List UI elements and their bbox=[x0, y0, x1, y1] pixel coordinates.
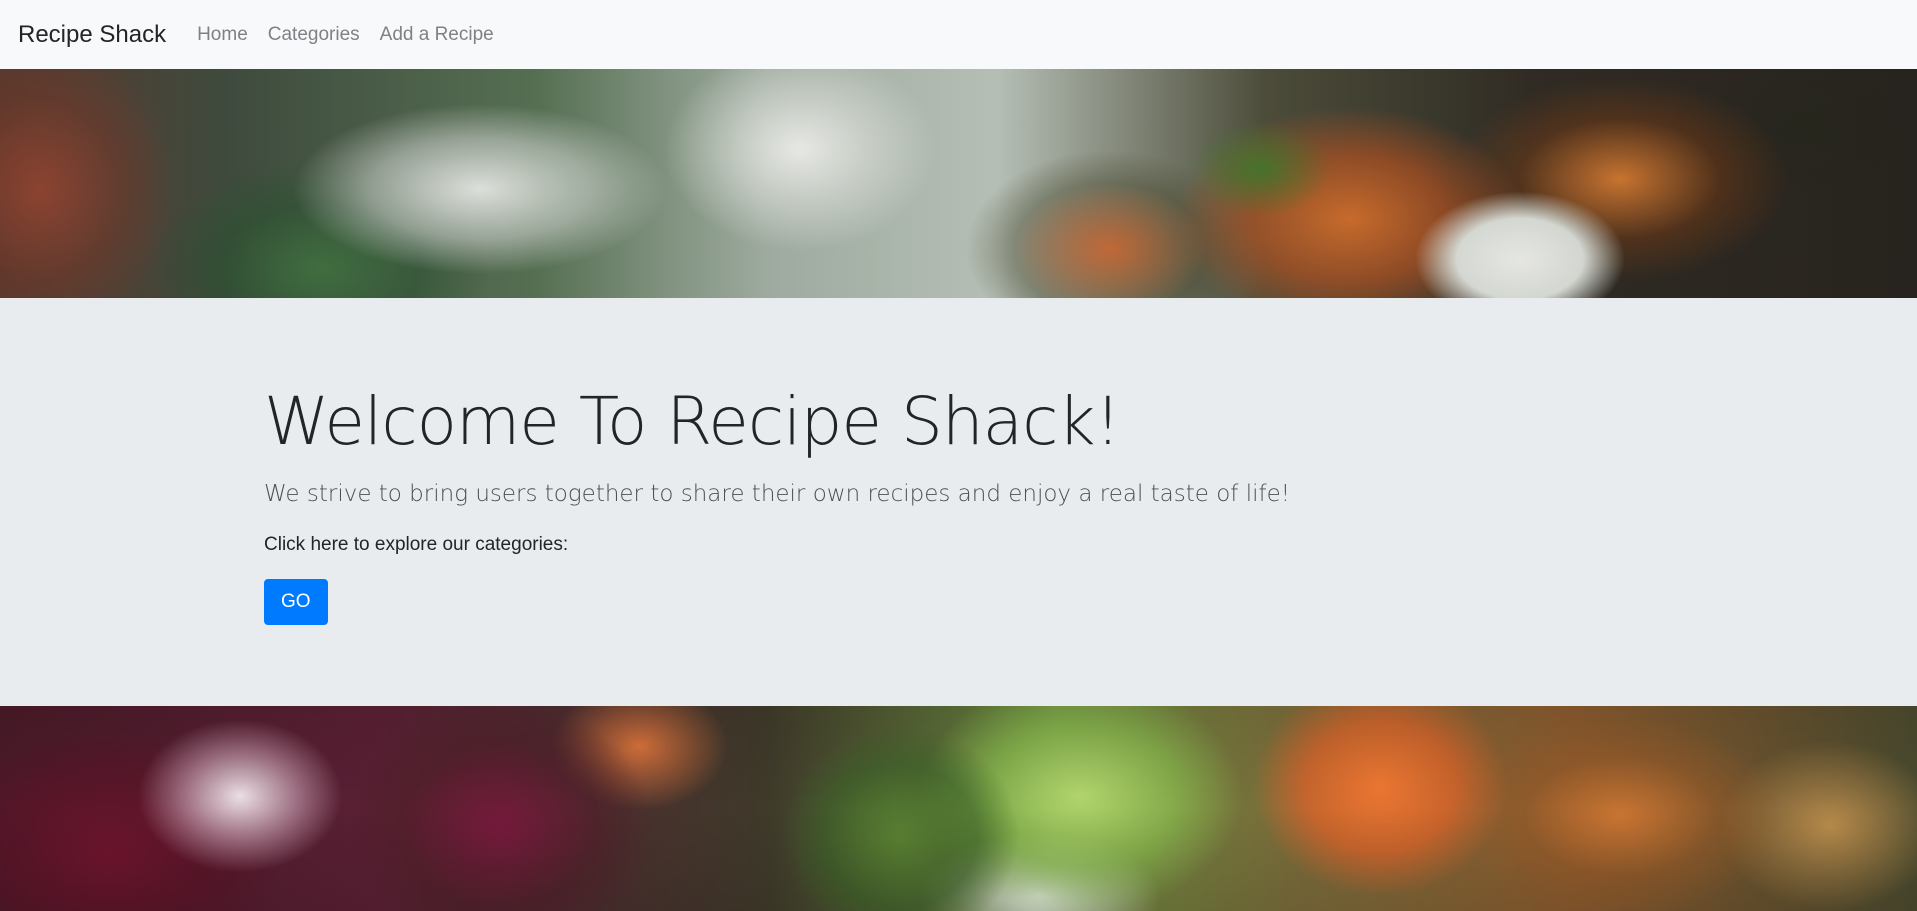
nav-link-add-recipe[interactable]: Add a Recipe bbox=[380, 24, 494, 46]
jumbotron: Welcome To Recipe Shack! We strive to br… bbox=[0, 298, 1917, 706]
lead-text: We strive to bring users together to sha… bbox=[264, 481, 1290, 507]
nav-link-home[interactable]: Home bbox=[197, 24, 248, 46]
banner-image-bottom bbox=[0, 706, 1917, 911]
brand-link[interactable]: Recipe Shack bbox=[18, 21, 166, 49]
go-button[interactable]: GO bbox=[264, 579, 328, 625]
banner-image-bottom-overlay bbox=[0, 706, 1917, 911]
explore-categories-text: Click here to explore our categories: bbox=[264, 534, 569, 555]
page-title: Welcome To Recipe Shack! bbox=[264, 383, 1121, 460]
nav-link-categories[interactable]: Categories bbox=[268, 24, 360, 46]
top-navbar: Recipe Shack Home Categories Add a Recip… bbox=[0, 0, 1917, 69]
banner-image-top-overlay bbox=[0, 69, 1917, 298]
banner-image-top bbox=[0, 69, 1917, 298]
